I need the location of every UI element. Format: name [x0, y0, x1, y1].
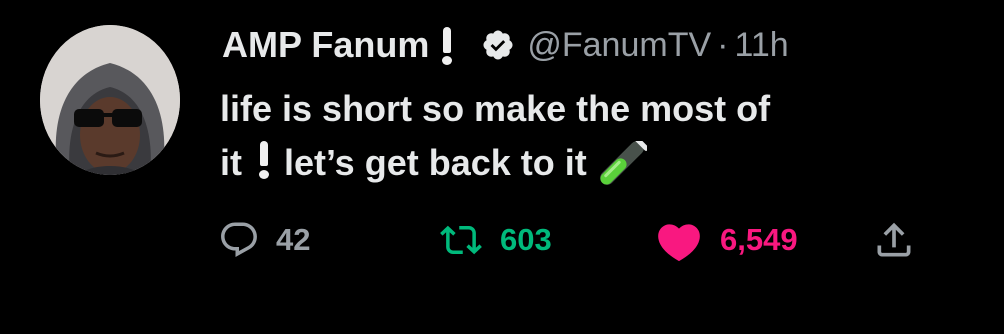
- tweet[interactable]: AMP Fanum @FanumTV · 11h life is short s…: [0, 0, 1004, 334]
- timestamp[interactable]: 11h: [734, 26, 788, 65]
- tweet-text: life is short so make the most of it let’…: [220, 82, 980, 190]
- exclamation-emoji-icon: [441, 25, 453, 65]
- heart-icon: [658, 224, 700, 262]
- tweet-text-line-2a: it: [220, 142, 242, 183]
- tweet-text-line-2b: let’s get back to it: [284, 142, 587, 183]
- retweet-button[interactable]: 603: [438, 210, 552, 270]
- retweet-count: 603: [500, 222, 552, 257]
- tweet-actions: 42 603 6,549: [0, 210, 1004, 270]
- user-handle[interactable]: @FanumTV: [527, 26, 711, 65]
- reply-count: 42: [276, 222, 311, 257]
- verified-badge-icon: [483, 30, 513, 60]
- like-count: 6,549: [720, 222, 798, 257]
- display-name[interactable]: AMP Fanum: [222, 24, 429, 66]
- avatar[interactable]: [40, 25, 180, 175]
- avatar-photo: [40, 25, 180, 175]
- tweet-text-line-1: life is short so make the most of: [220, 88, 771, 129]
- reply-button[interactable]: 42: [218, 210, 310, 270]
- separator-dot: ·: [717, 25, 729, 64]
- exclamation-emoji-icon: [258, 141, 270, 179]
- retweet-icon: [440, 225, 482, 255]
- share-button[interactable]: [872, 210, 916, 270]
- like-button[interactable]: 6,549: [654, 210, 798, 270]
- tweet-header: AMP Fanum @FanumTV · 11h: [222, 20, 789, 70]
- share-icon: [877, 222, 911, 257]
- test-tube-emoji-icon: [599, 141, 647, 185]
- reply-icon: [221, 222, 257, 257]
